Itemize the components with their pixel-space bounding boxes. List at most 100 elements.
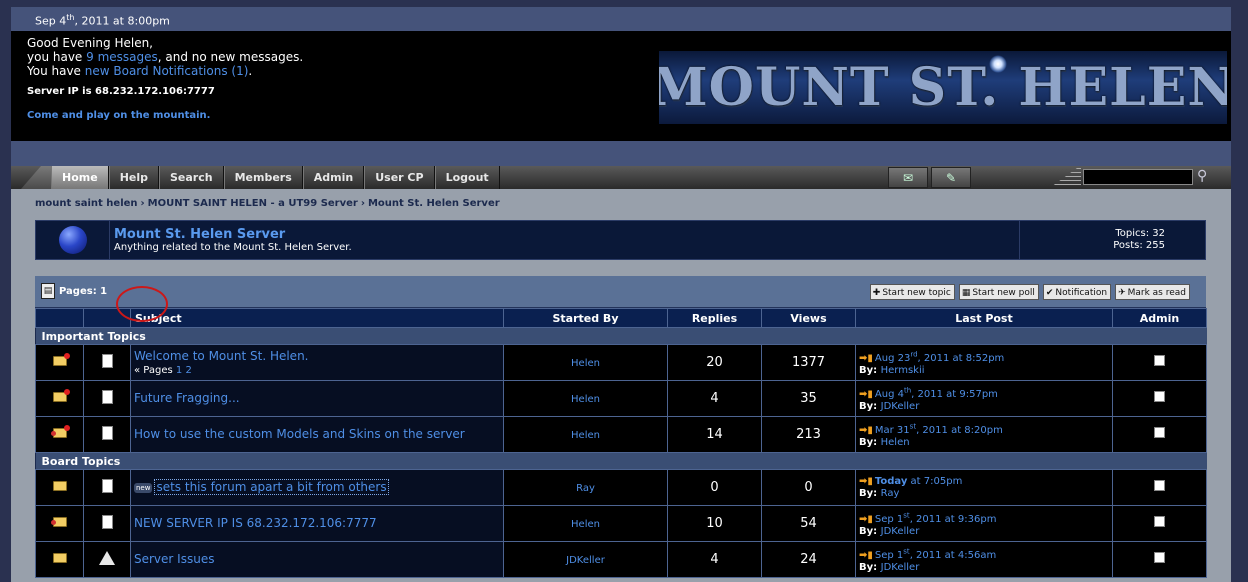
topic-title-link[interactable]: NEW SERVER IP IS 68.232.172.106:7777 xyxy=(134,516,377,530)
go-to-last-icon[interactable]: ➡▮ xyxy=(859,514,873,525)
last-post-date: Sep 1 xyxy=(874,513,904,525)
last-post-when: Aug 23rd, 2011 at 8:52pm xyxy=(874,350,1005,364)
starter-cell: JDKeller xyxy=(503,541,668,578)
admin-checkbox[interactable] xyxy=(1154,480,1165,491)
nav-user-cp[interactable]: User CP xyxy=(364,166,435,189)
posts-count: Posts: 255 xyxy=(1113,240,1165,251)
topic-list: ▤ Pages: 1 ✚ Start new topic ▦ Start new po… xyxy=(35,276,1207,578)
views-count: 0 xyxy=(761,469,856,506)
topic-title-link[interactable]: Server Issues xyxy=(134,552,214,566)
admin-checkbox[interactable] xyxy=(1154,427,1165,438)
last-poster-link[interactable]: Ray xyxy=(881,488,900,499)
last-post-by-line: By: JDKeller xyxy=(859,562,1112,574)
last-post-date: Aug 23 xyxy=(874,352,911,364)
document-icon xyxy=(101,425,113,440)
starter-link[interactable]: Helen xyxy=(571,430,600,441)
by-label: By: xyxy=(859,364,878,376)
compose-button[interactable]: ✎ xyxy=(931,167,971,188)
col-views[interactable]: Views xyxy=(761,308,856,328)
last-post-time: , 2011 at 8:52pm xyxy=(917,352,1005,364)
go-to-last-icon[interactable]: ➡▮ xyxy=(859,425,873,436)
admin-checkbox[interactable] xyxy=(1154,516,1165,527)
pages-row: ▤ Pages: 1 ✚ Start new topic ▦ Start new po… xyxy=(35,276,1206,308)
admin-cell xyxy=(1112,541,1207,578)
starter-cell: Helen xyxy=(503,344,668,381)
subject-cell: Future Fragging... xyxy=(130,380,504,417)
breadcrumb-board[interactable]: Mount St. Helen Server xyxy=(368,198,500,209)
replies-count: 10 xyxy=(667,505,762,542)
nav-help[interactable]: Help xyxy=(108,166,159,189)
nav-admin[interactable]: Admin xyxy=(302,166,365,189)
go-to-last-icon[interactable]: ➡▮ xyxy=(859,353,873,364)
starter-link[interactable]: JDKeller xyxy=(566,555,605,566)
nav-home[interactable]: Home xyxy=(51,166,109,189)
last-post-cell: ➡▮ Today at 7:05pm By: Ray xyxy=(855,469,1113,506)
board-stats: Topics: 32 Posts: 255 xyxy=(1019,221,1205,259)
starter-cell: Helen xyxy=(503,380,668,417)
start-topic-button[interactable]: ✚ Start new topic xyxy=(869,284,955,300)
admin-checkbox[interactable] xyxy=(1154,552,1165,563)
views-count: 24 xyxy=(761,541,856,578)
starter-link[interactable]: Helen xyxy=(571,519,600,530)
nav-logout[interactable]: Logout xyxy=(434,166,500,189)
nav-search[interactable]: Search xyxy=(159,166,224,189)
last-post-by-line: By: Hermskii xyxy=(859,365,1112,377)
col-started-by[interactable]: Started By xyxy=(503,308,668,328)
header-band xyxy=(11,141,1231,166)
last-post-when: Today at 7:05pm xyxy=(875,476,962,487)
admin-checkbox[interactable] xyxy=(1154,391,1165,402)
last-post-when: Sep 1st, 2011 at 4:56am xyxy=(875,547,997,561)
starter-link[interactable]: Ray xyxy=(576,483,595,494)
board-title[interactable]: Mount St. Helen Server xyxy=(114,227,1015,242)
play-link[interactable]: Come and play on the mountain. xyxy=(27,110,210,121)
last-poster-link[interactable]: JDKeller xyxy=(881,562,920,573)
site-logo[interactable]: MOUNT ST. HELEN xyxy=(659,51,1227,124)
breadcrumb-home[interactable]: mount saint helen xyxy=(35,198,138,209)
last-post-date: Mar 31 xyxy=(874,424,910,436)
col-replies[interactable]: Replies xyxy=(667,308,762,328)
starter-link[interactable]: Helen xyxy=(571,358,600,369)
messages-link[interactable]: 9 messages xyxy=(86,50,158,64)
go-to-last-icon[interactable]: ➡▮ xyxy=(859,476,873,487)
topic-title-link[interactable]: sets this forum apart a bit from others xyxy=(154,479,389,495)
notifications-link[interactable]: new Board Notifications (1) xyxy=(85,64,249,78)
pages-label: ▤ Pages: 1 xyxy=(41,283,107,299)
last-poster-link[interactable]: JDKeller xyxy=(881,401,920,412)
notification-button[interactable]: ✔ Notification xyxy=(1042,284,1112,300)
replies-count: 20 xyxy=(667,344,762,381)
nav-members[interactable]: Members xyxy=(223,166,303,189)
admin-cell xyxy=(1112,505,1207,542)
col-subject[interactable]: Subject xyxy=(130,308,504,328)
last-post-cell: ➡▮ Aug 4th, 2011 at 9:57pm By: JDKeller xyxy=(855,380,1113,417)
status-cell xyxy=(35,344,84,381)
topic-title-link[interactable]: How to use the custom Models and Skins o… xyxy=(134,427,465,441)
topic-page-1-link[interactable]: 1 xyxy=(176,365,182,376)
greeting: Good Evening Helen, xyxy=(27,36,153,50)
breadcrumb-category[interactable]: MOUNT SAINT HELEN - a UT99 Server xyxy=(148,198,358,209)
mark-read-button[interactable]: ✈ Mark as read xyxy=(1115,284,1190,300)
go-to-last-icon[interactable]: ➡▮ xyxy=(859,550,873,561)
topics-table: Subject Started By Replies Views Last Po… xyxy=(35,308,1207,578)
starter-link[interactable]: Helen xyxy=(571,394,600,405)
topic-title-link[interactable]: Welcome to Mount St. Helen. xyxy=(134,349,309,363)
views-count: 1377 xyxy=(761,344,856,381)
type-cell xyxy=(83,469,131,506)
last-poster-link[interactable]: JDKeller xyxy=(881,526,920,537)
start-poll-button[interactable]: ▦ Start new poll xyxy=(958,284,1039,300)
type-cell xyxy=(83,416,131,453)
last-poster-link[interactable]: Helen xyxy=(881,437,910,448)
topic-page-2-link[interactable]: 2 xyxy=(185,365,191,376)
folder-icon xyxy=(52,481,67,491)
admin-checkbox[interactable] xyxy=(1154,355,1165,366)
go-to-last-icon[interactable]: ➡▮ xyxy=(859,389,873,400)
search-input[interactable] xyxy=(1083,169,1193,185)
last-post-time: , 2011 at 4:56am xyxy=(909,549,997,561)
topic-title-link[interactable]: Future Fragging... xyxy=(134,391,240,405)
new-message-button[interactable]: ✉ xyxy=(888,167,928,188)
search-icon[interactable]: ⚲ xyxy=(1197,168,1207,184)
new-badge[interactable]: new xyxy=(134,482,153,493)
last-poster-link[interactable]: Hermskii xyxy=(881,365,925,376)
col-last-post[interactable]: Last Post xyxy=(855,308,1113,328)
document-icon xyxy=(101,478,113,493)
last-post-cell: ➡▮ Sep 1st, 2011 at 4:56am By: JDKeller xyxy=(855,541,1113,578)
